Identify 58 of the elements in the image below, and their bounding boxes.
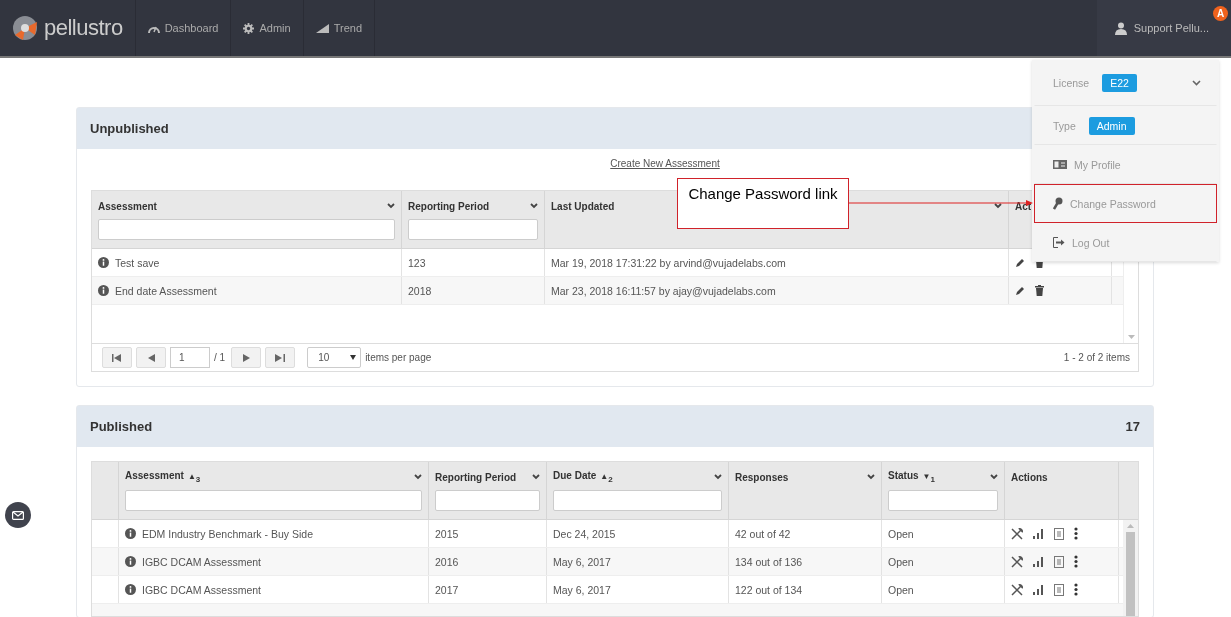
annotation-callout: Change Password link: [677, 178, 849, 229]
column-title: Actions: [1011, 471, 1048, 483]
table-cell: Mar 19, 2018 17:31:22 by arvind@vujadelabs.com: [551, 256, 786, 269]
table-cell: May 6, 2017: [553, 555, 611, 568]
column-title: Last Updated: [551, 200, 615, 212]
table-cell: 2017: [435, 583, 459, 596]
table-cell: EDM Industry Benchmark - Buy Side: [142, 527, 313, 540]
table-cell: Open: [888, 583, 914, 596]
table-cell: IGBC DCAM Assessment: [142, 555, 262, 568]
page-field[interactable]: 1: [170, 347, 210, 368]
page-size-select[interactable]: 10: [307, 347, 362, 368]
column-header[interactable]: Actions: [1005, 462, 1119, 519]
table-cell: 2015: [435, 527, 459, 540]
table-cell: Dec 24, 2015: [553, 527, 616, 540]
column-header[interactable]: Assessment: [92, 191, 402, 248]
table-cell: End date Assessment: [115, 284, 217, 297]
item-count: 17: [1125, 419, 1140, 434]
menu-label: Type: [1053, 119, 1076, 132]
brand-name[interactable]: pellustro: [44, 15, 123, 41]
table-cell: 122 out of 134: [735, 583, 803, 596]
table-row[interactable]: EDM Industry Benchmark - Buy Side 2015 Dec 24, 2015 42 out of 42 Open: [92, 520, 1123, 548]
column-header[interactable]: Responses: [729, 462, 882, 519]
column-title: Responses: [735, 471, 789, 483]
column-header[interactable]: Reporting Period: [429, 462, 547, 519]
menu-label: Change Password: [1070, 197, 1156, 210]
nav-link[interactable]: Admin: [231, 0, 304, 56]
column-header[interactable]: Reporting Period: [402, 191, 545, 248]
column-title: Assessment: [98, 200, 157, 212]
column-title: Reporting Period: [435, 471, 517, 483]
menu-badge: Admin: [1088, 116, 1135, 135]
table-cell: Open: [888, 555, 914, 568]
panel-title: Published: [90, 419, 153, 434]
pager-summary: 1 - 2 of 2 items: [1063, 352, 1130, 363]
table-cell: IGBC DCAM Assessment: [142, 583, 262, 596]
page-total: / 1: [214, 352, 226, 363]
column-title: Reporting Period: [408, 200, 490, 212]
menu-label: License: [1053, 77, 1090, 89]
page-size-label: items per page: [365, 352, 432, 363]
table-cell: Open: [888, 527, 914, 540]
table-cell: Test save: [115, 256, 160, 269]
menu-badge: E22: [1102, 74, 1137, 92]
nav-link[interactable]: Dashboard: [135, 0, 232, 56]
table-cell: 2018: [408, 284, 432, 297]
menu-label: Log Out: [1072, 236, 1110, 249]
table-cell: 123: [408, 256, 426, 269]
table-cell: 2016: [435, 555, 459, 568]
user-name: Support Pellu...: [1133, 22, 1209, 34]
table-cell: 42 out of 42: [735, 527, 791, 540]
create-link[interactable]: Create New Assessment: [610, 158, 720, 169]
table-cell: 134 out of 136: [735, 555, 803, 568]
table-row[interactable]: IGBC DCAM Assessment 2016 May 6, 2017 134 out of 136 Open: [92, 548, 1123, 576]
nav-link[interactable]: Trend: [303, 0, 375, 56]
menu-label: My Profile: [1074, 158, 1121, 171]
table-cell: Mar 23, 2018 16:11:57 by ajay@vujadelabs.com: [551, 284, 776, 297]
panel-title: Unpublished: [90, 121, 169, 136]
table-row[interactable]: IGBC DCAM Assessment 2017 May 6, 2017 122 out of 134 Open: [92, 576, 1123, 604]
column-title: Act: [1015, 200, 1032, 212]
table-cell: May 6, 2017: [553, 583, 611, 596]
